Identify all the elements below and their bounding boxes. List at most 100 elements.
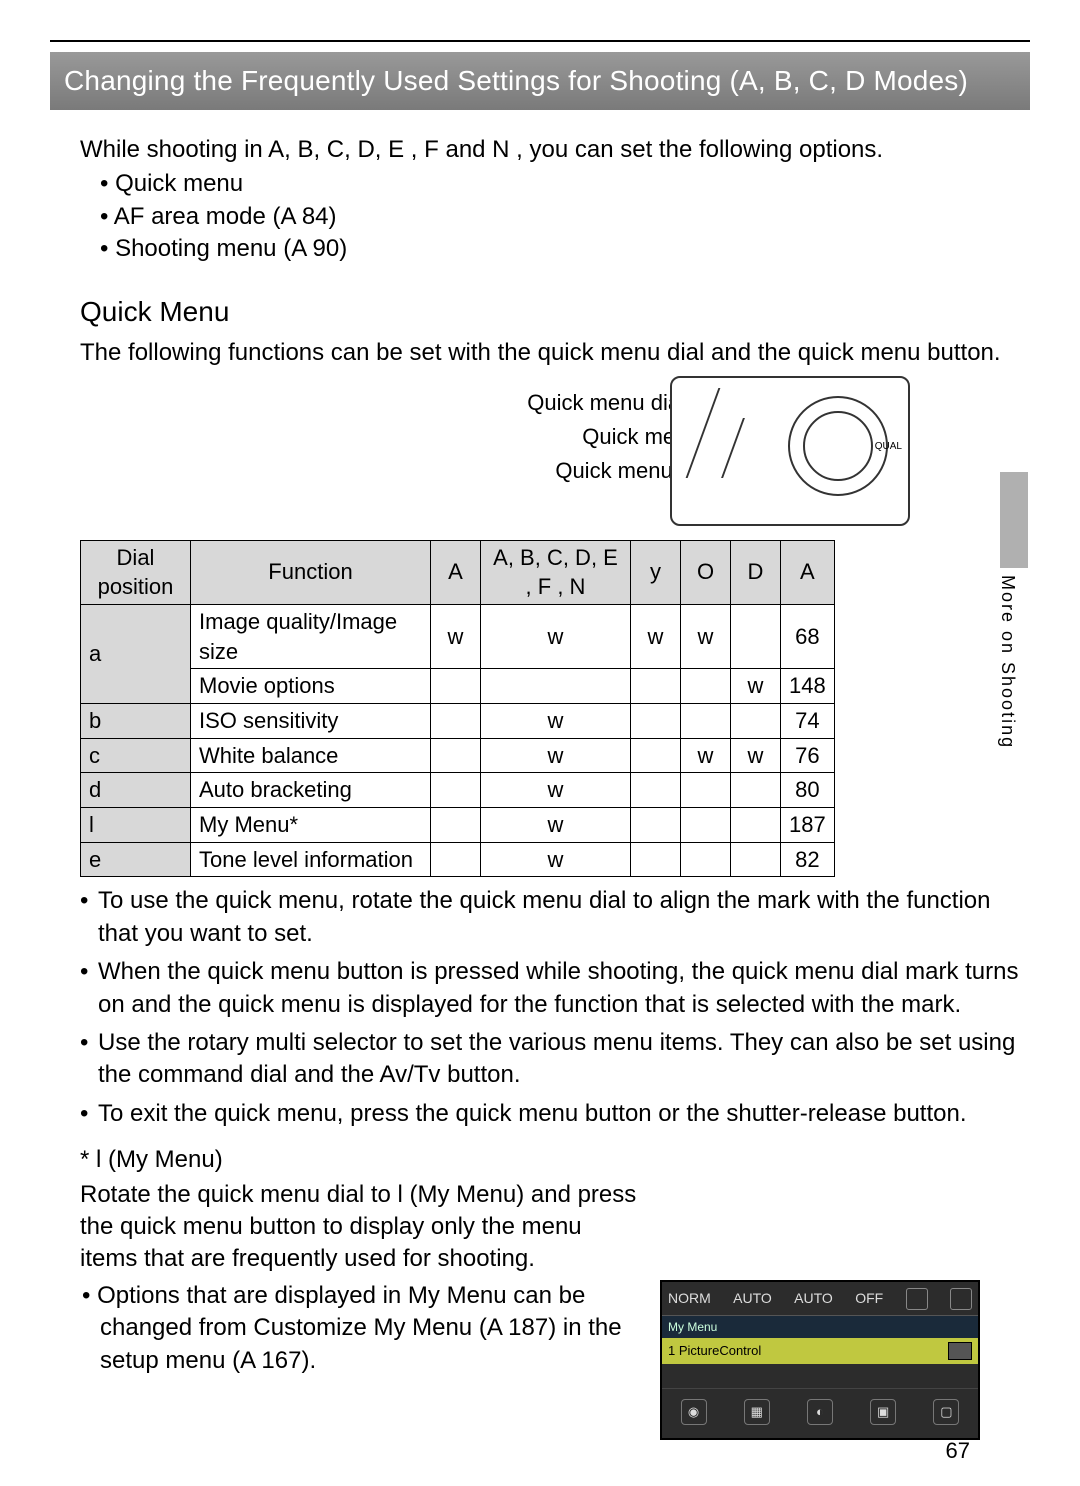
intro-item: Quick menu: [100, 168, 1030, 200]
cell: [631, 669, 681, 704]
cell-page: 148: [781, 669, 835, 704]
cell: w: [481, 808, 631, 843]
cell: [631, 842, 681, 877]
th-col-o: O: [681, 540, 731, 604]
cell-dial-pos: d: [81, 773, 191, 808]
cell: [631, 703, 681, 738]
cell: [731, 842, 781, 877]
cell-page: 82: [781, 842, 835, 877]
cell: [731, 703, 781, 738]
intro-item: Shooting menu (A 90): [100, 233, 1030, 265]
cell: [681, 808, 731, 843]
th-col-y: y: [631, 540, 681, 604]
cell-dial-pos: l: [81, 808, 191, 843]
cell-function: Image quality/Image size: [191, 604, 431, 668]
lcd-top-icon: [950, 1288, 972, 1310]
lcd-thumb-icon: [948, 1342, 972, 1360]
cell: w: [481, 604, 631, 668]
th-col-page: A: [781, 540, 835, 604]
cell-function: My Menu*: [191, 808, 431, 843]
cell: w: [481, 738, 631, 773]
instruction-item: To exit the quick menu, press the quick …: [80, 1098, 1030, 1130]
lcd-bottom-icon: ▣: [870, 1399, 896, 1425]
mymenu-sub: Options that are displayed in My Menu ca…: [100, 1280, 640, 1377]
cell: [731, 773, 781, 808]
quick-menu-table: Dial position Function A A, B, C, D, E ,…: [80, 540, 835, 878]
cell: [681, 773, 731, 808]
cell: [431, 738, 481, 773]
cell: [431, 842, 481, 877]
cell: [481, 669, 631, 704]
cell: [431, 808, 481, 843]
cell-page: 68: [781, 604, 835, 668]
table-row: a Image quality/Image size w w w w 68: [81, 604, 835, 668]
lcd-selected-row: 1 PictureControl: [662, 1338, 978, 1364]
cell: [681, 703, 731, 738]
cell: w: [431, 604, 481, 668]
lcd-top-norm: NORM: [668, 1289, 711, 1308]
cell-page: 187: [781, 808, 835, 843]
cell-function: White balance: [191, 738, 431, 773]
cell: [431, 669, 481, 704]
cell: [631, 773, 681, 808]
th-col-modes: A, B, C, D, E , F , N: [481, 540, 631, 604]
cell-page: 80: [781, 773, 835, 808]
table-row: l My Menu* w 187: [81, 808, 835, 843]
th-function: Function: [191, 540, 431, 604]
dial-illustration: QUAL: [670, 376, 910, 526]
dial-diagram: Quick menu dial mark Quick menu dial Qui…: [50, 376, 1030, 536]
cell-dial-pos: a: [81, 604, 191, 703]
cell: w: [481, 842, 631, 877]
lcd-bottom-icon: ▦: [744, 1399, 770, 1425]
cell-page: 76: [781, 738, 835, 773]
lcd-sel-text: PictureControl: [679, 1343, 761, 1358]
lcd-bottom-icon: ▢: [933, 1399, 959, 1425]
lcd-top-iso: AUTO: [733, 1289, 772, 1308]
table-row: Movie options w 148: [81, 669, 835, 704]
cell-function: ISO sensitivity: [191, 703, 431, 738]
page-number: 67: [946, 1436, 970, 1466]
th-col-d: D: [731, 540, 781, 604]
lcd-mymenu-label: My Menu: [662, 1316, 978, 1338]
table-row: d Auto bracketing w 80: [81, 773, 835, 808]
mymenu-heading: * l (My Menu): [80, 1144, 1030, 1176]
cell: w: [631, 604, 681, 668]
cell: w: [481, 773, 631, 808]
section-desc: The following functions can be set with …: [80, 337, 1030, 369]
lcd-top-wb: AUTO: [794, 1289, 833, 1308]
cell-page: 74: [781, 703, 835, 738]
cell-function: Auto bracketing: [191, 773, 431, 808]
lcd-sel-num: 1: [668, 1343, 675, 1358]
table-row: b ISO sensitivity w 74: [81, 703, 835, 738]
lcd-screenshot: NORM AUTO AUTO OFF My Menu 1 PictureCont…: [660, 1280, 980, 1440]
page-title: Changing the Frequently Used Settings fo…: [50, 52, 1030, 110]
cell: [431, 703, 481, 738]
cell: w: [481, 703, 631, 738]
cell: [731, 808, 781, 843]
cell: [731, 604, 781, 668]
cell: w: [681, 738, 731, 773]
cell-dial-pos: b: [81, 703, 191, 738]
side-tab-marker: [1000, 472, 1028, 568]
cell: [681, 842, 731, 877]
instruction-item: When the quick menu button is pressed wh…: [80, 956, 1030, 1021]
lcd-top-icon: [906, 1288, 928, 1310]
instruction-item: Use the rotary multi selector to set the…: [80, 1027, 1030, 1092]
lcd-top-bkt: OFF: [855, 1289, 883, 1308]
dial-qual-label: QUAL: [875, 440, 902, 454]
cell-function: Movie options: [191, 669, 431, 704]
cell-dial-pos: c: [81, 738, 191, 773]
cell: [431, 773, 481, 808]
cell: [681, 669, 731, 704]
cell: [631, 808, 681, 843]
intro-item: AF area mode (A 84): [100, 201, 1030, 233]
th-dial-position: Dial position: [81, 540, 191, 604]
lcd-bottom-icon: ◐: [807, 1399, 833, 1425]
cell: w: [731, 738, 781, 773]
table-row: e Tone level information w 82: [81, 842, 835, 877]
cell: w: [681, 604, 731, 668]
cell: [631, 738, 681, 773]
instruction-item: To use the quick menu, rotate the quick …: [80, 885, 1030, 950]
instruction-list: To use the quick menu, rotate the quick …: [80, 885, 1030, 1130]
cell-dial-pos: e: [81, 842, 191, 877]
